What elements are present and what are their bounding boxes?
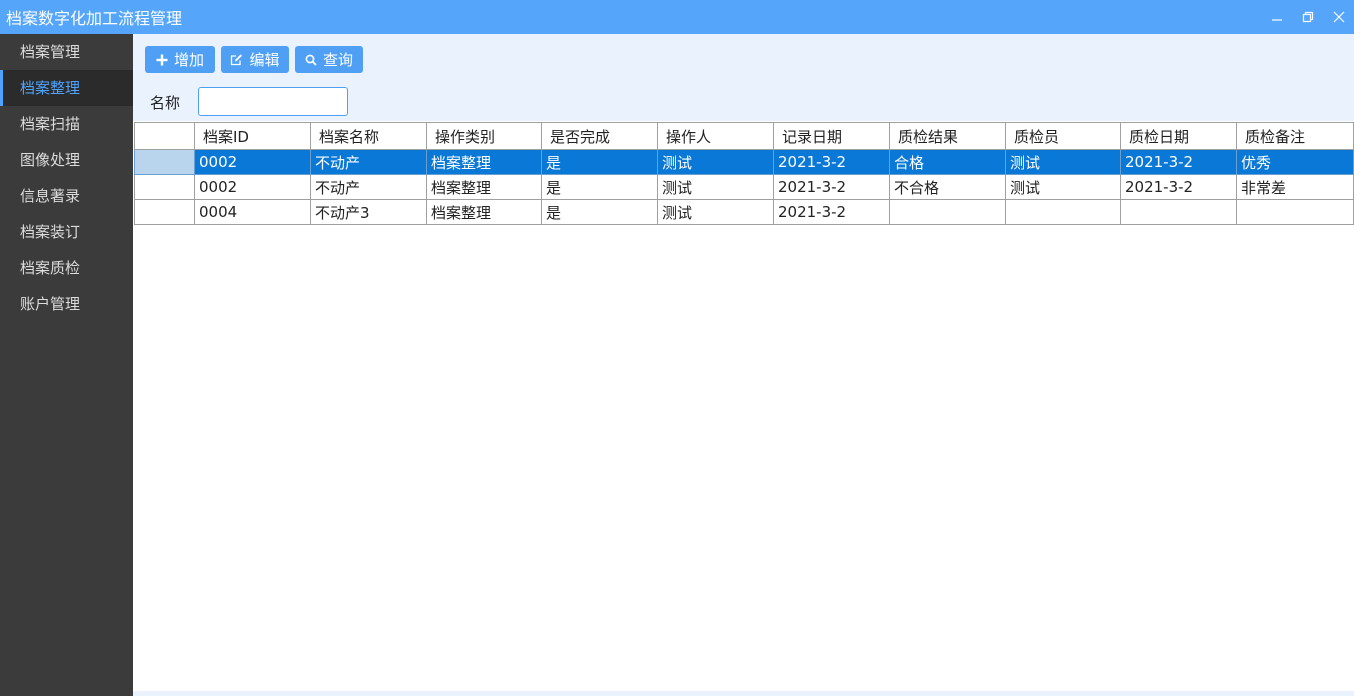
sidebar-item-label: 信息著录	[20, 187, 81, 205]
add-button-label: 增加	[173, 51, 204, 69]
table-cell[interactable]: 测试	[657, 174, 774, 200]
table-cell[interactable]: 不动产3	[310, 199, 427, 225]
restore-button[interactable]	[1292, 0, 1323, 34]
table-cell[interactable]: 2021-3-2	[773, 174, 890, 200]
toolbar-area: 增加 编辑 查询 名称	[133, 34, 1354, 121]
column-header-qc-result[interactable]: 质检结果	[889, 122, 1006, 150]
sidebar-item-label: 图像处理	[20, 151, 81, 169]
sidebar-item-label: 账户管理	[20, 295, 81, 313]
close-icon	[1333, 11, 1344, 23]
table-row[interactable]: 0002 不动产 档案整理 是 测试 2021-3-2 合格 测试 2021-3…	[134, 149, 1354, 175]
column-header-archive-name[interactable]: 档案名称	[310, 122, 427, 150]
sidebar-item-archive-arrangement[interactable]: 档案整理	[0, 70, 133, 106]
table-cell[interactable]: 测试	[1005, 149, 1121, 175]
window-controls	[1261, 0, 1354, 34]
table-cell[interactable]: 2021-3-2	[773, 199, 890, 225]
table-cell[interactable]: 合格	[889, 149, 1006, 175]
name-filter-input[interactable]	[198, 87, 348, 116]
sidebar-item-label: 档案装订	[20, 223, 81, 241]
table-cell[interactable]: 2021-3-2	[773, 149, 890, 175]
title-bar: 档案数字化加工流程管理	[0, 0, 1354, 34]
sidebar-item-quality-check[interactable]: 档案质检	[0, 250, 133, 286]
table-row[interactable]: 0002 不动产 档案整理 是 测试 2021-3-2 不合格 测试 2021-…	[134, 174, 1354, 200]
table-cell[interactable]: 不动产	[310, 174, 427, 200]
table-row[interactable]: 0004 不动产3 档案整理 是 测试 2021-3-2	[134, 199, 1354, 225]
row-header[interactable]	[134, 199, 195, 225]
search-icon	[305, 54, 317, 66]
column-header-operation-type[interactable]: 操作类别	[426, 122, 542, 150]
column-header-completed[interactable]: 是否完成	[541, 122, 658, 150]
bottom-border	[133, 691, 1354, 696]
row-header-corner	[134, 122, 195, 150]
add-button[interactable]: 增加	[145, 46, 215, 73]
minimize-icon	[1271, 19, 1282, 21]
table-cell[interactable]: 不动产	[310, 149, 427, 175]
main-content: 增加 编辑 查询 名称 档案ID 档案名称 操作类别 是否完成 操作人 记录日期…	[133, 34, 1354, 696]
table-cell[interactable]: 档案整理	[426, 199, 542, 225]
table-cell[interactable]: 档案整理	[426, 174, 542, 200]
minimize-button[interactable]	[1261, 0, 1292, 34]
table-cell[interactable]: 是	[541, 149, 658, 175]
name-filter-label: 名称	[150, 94, 181, 112]
close-button[interactable]	[1323, 0, 1354, 34]
table-cell[interactable]	[1120, 199, 1237, 225]
plus-icon	[156, 54, 168, 66]
table-cell[interactable]: 0004	[194, 199, 311, 225]
table-cell[interactable]	[1236, 199, 1354, 225]
column-header-archive-id[interactable]: 档案ID	[194, 122, 311, 150]
restore-icon	[1302, 11, 1313, 23]
table-cell[interactable]: 非常差	[1236, 174, 1354, 200]
table-cell[interactable]: 测试	[657, 149, 774, 175]
query-button[interactable]: 查询	[295, 46, 363, 73]
records-table: 档案ID 档案名称 操作类别 是否完成 操作人 记录日期 质检结果 质检员 质检…	[134, 122, 1354, 225]
edit-icon	[230, 53, 243, 66]
table-cell[interactable]: 2021-3-2	[1120, 149, 1237, 175]
table-cell[interactable]: 测试	[1005, 174, 1121, 200]
sidebar-item-account-management[interactable]: 账户管理	[0, 286, 133, 322]
edit-button[interactable]: 编辑	[221, 46, 289, 73]
table-cell[interactable]: 测试	[657, 199, 774, 225]
column-header-record-date[interactable]: 记录日期	[773, 122, 890, 150]
sidebar-item-label: 档案管理	[20, 43, 81, 61]
table-cell[interactable]	[889, 199, 1006, 225]
table-header-row: 档案ID 档案名称 操作类别 是否完成 操作人 记录日期 质检结果 质检员 质检…	[134, 122, 1354, 150]
edit-button-label: 编辑	[249, 51, 280, 69]
sidebar-item-label: 档案扫描	[20, 115, 81, 133]
column-header-qc-date[interactable]: 质检日期	[1120, 122, 1237, 150]
sidebar: 档案管理 档案整理 档案扫描 图像处理 信息著录 档案装订 档案质检 账户管理	[0, 34, 133, 696]
table-cell[interactable]: 是	[541, 199, 658, 225]
table-cell[interactable]: 优秀	[1236, 149, 1354, 175]
table-cell[interactable]: 0002	[194, 174, 311, 200]
table-cell[interactable]: 2021-3-2	[1120, 174, 1237, 200]
sidebar-item-metadata-entry[interactable]: 信息著录	[0, 178, 133, 214]
query-button-label: 查询	[322, 51, 353, 69]
window-title: 档案数字化加工流程管理	[6, 9, 183, 28]
sidebar-item-label: 档案质检	[20, 259, 81, 277]
sidebar-item-archive-binding[interactable]: 档案装订	[0, 214, 133, 250]
sidebar-item-archive-management[interactable]: 档案管理	[0, 34, 133, 70]
sidebar-item-label: 档案整理	[20, 79, 81, 97]
table-cell[interactable]: 不合格	[889, 174, 1006, 200]
table-cell[interactable]: 档案整理	[426, 149, 542, 175]
row-header[interactable]	[134, 149, 195, 175]
table-cell[interactable]: 0002	[194, 149, 311, 175]
column-header-qc-inspector[interactable]: 质检员	[1005, 122, 1121, 150]
column-header-qc-remark[interactable]: 质检备注	[1236, 122, 1354, 150]
row-header[interactable]	[134, 174, 195, 200]
column-header-operator[interactable]: 操作人	[657, 122, 774, 150]
sidebar-item-archive-scanning[interactable]: 档案扫描	[0, 106, 133, 142]
table-cell[interactable]	[1005, 199, 1121, 225]
sidebar-item-image-processing[interactable]: 图像处理	[0, 142, 133, 178]
table-cell[interactable]: 是	[541, 174, 658, 200]
